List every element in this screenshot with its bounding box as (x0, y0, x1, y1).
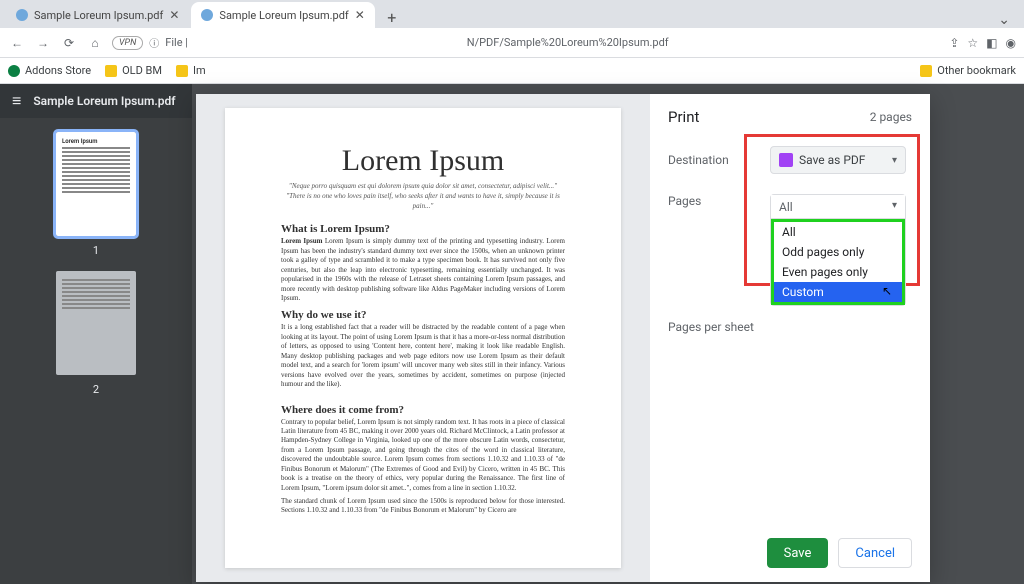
toolbar-actions: ⇪ ☆ ◧ ◉ (949, 36, 1016, 50)
section-heading: Why do we use it? (281, 309, 565, 321)
workspace: ≡ Sample Loreum Ipsum.pdf Lorem Ipsum 1 … (0, 84, 1024, 584)
row-pages-per-sheet: Pages per sheet (668, 320, 912, 334)
body-text: Lorem Ipsum Lorem Ipsum is simply dummy … (281, 237, 565, 303)
toolbar: ← → ⟳ ⌂ VPN ⓘ File | N/PDF/Sample%20Lore… (0, 28, 1024, 58)
section-heading: What is Lorem Ipsum? (281, 223, 565, 235)
folder-icon (105, 65, 117, 77)
new-tab-button[interactable]: + (381, 6, 403, 28)
row-destination: Destination Save as PDF ▾ (668, 146, 912, 174)
option-all[interactable]: All (774, 222, 902, 242)
back-button[interactable]: ← (8, 34, 26, 52)
body-text: It is a long established fact that a rea… (281, 323, 565, 389)
cursor-icon: ↖ (882, 284, 892, 298)
bookmark-im[interactable]: Im (176, 64, 206, 77)
cancel-button[interactable]: Cancel (838, 538, 912, 568)
tab-1[interactable]: Sample Loreum Ipsum.pdf ✕ (6, 2, 189, 28)
thumb-number-1: 1 (93, 244, 99, 257)
url-prefix: File | (165, 36, 188, 49)
print-title: Print (668, 108, 699, 126)
tab-title: Sample Loreum Ipsum.pdf (219, 9, 348, 22)
pages-dropdown[interactable]: All ▾ All Odd pages only Even pages only… (770, 194, 906, 306)
print-options-panel: Print 2 pages Destination Save as PDF ▾ … (650, 94, 930, 582)
pdf-viewer-sidebar: ≡ Sample Loreum Ipsum.pdf Lorem Ipsum 1 … (0, 84, 192, 584)
viewer-header: ≡ Sample Loreum Ipsum.pdf (0, 84, 192, 118)
viewer-title: Sample Loreum Ipsum.pdf (33, 94, 175, 108)
option-odd[interactable]: Odd pages only (774, 242, 902, 262)
extension-icon[interactable]: ◧ (986, 36, 997, 50)
row-pages: Pages All ▾ All Odd pages only Even page… (668, 194, 912, 306)
pdf-icon (779, 153, 793, 167)
info-icon[interactable]: ⓘ (149, 35, 159, 50)
folder-icon (920, 65, 932, 77)
save-button[interactable]: Save (767, 538, 829, 568)
bookmark-other[interactable]: Other bookmark (920, 64, 1016, 77)
pages-label: Pages (668, 194, 770, 208)
bookmarks-bar: Addons Store OLD BM Im Other bookmark (0, 58, 1024, 84)
folder-icon (176, 65, 188, 77)
window-minimize-icon[interactable]: ⌄ (990, 12, 1018, 28)
thumbnail-page-2[interactable] (56, 271, 136, 375)
tab-strip: Sample Loreum Ipsum.pdf ✕ Sample Loreum … (0, 0, 1024, 28)
address-bar[interactable]: VPN ⓘ File | N/PDF/Sample%20Loreum%20Ips… (112, 35, 941, 50)
doc-subtitle: "Neque porro quisquam est qui dolorem ip… (281, 182, 565, 211)
forward-button[interactable]: → (34, 34, 52, 52)
option-even[interactable]: Even pages only (774, 262, 902, 282)
destination-label: Destination (668, 153, 770, 167)
favicon-icon (16, 9, 28, 21)
url-path: N/PDF/Sample%20Loreum%20Ipsum.pdf (194, 36, 941, 49)
option-custom[interactable]: Custom ↖ (774, 282, 902, 302)
tab-2-active[interactable]: Sample Loreum Ipsum.pdf ✕ (191, 2, 374, 28)
thumbnail-page-1[interactable]: Lorem Ipsum (56, 132, 136, 236)
pages-options-list: All Odd pages only Even pages only Custo… (771, 219, 905, 305)
bookmark-addons[interactable]: Addons Store (8, 64, 91, 77)
folder-icon (8, 65, 20, 77)
home-button[interactable]: ⌂ (86, 34, 104, 52)
thumbnails: Lorem Ipsum 1 2 (0, 118, 192, 416)
favicon-icon (201, 9, 213, 21)
body-text: Contrary to popular belief, Lorem Ipsum … (281, 418, 565, 494)
close-icon[interactable]: ✕ (355, 8, 365, 22)
pages-selected[interactable]: All ▾ (771, 195, 905, 219)
print-dialog: Lorem Ipsum "Neque porro quisquam est qu… (196, 94, 930, 582)
menu-icon[interactable]: ≡ (12, 91, 21, 111)
share-icon[interactable]: ⇪ (949, 36, 959, 50)
print-footer: Save Cancel (668, 538, 912, 568)
thumb-number-2: 2 (93, 383, 99, 396)
print-header: Print 2 pages (668, 108, 912, 126)
doc-title: Lorem Ipsum (281, 144, 565, 178)
bookmark-oldbm[interactable]: OLD BM (105, 64, 162, 77)
bookmark-star-icon[interactable]: ☆ (967, 36, 978, 50)
close-icon[interactable]: ✕ (169, 8, 179, 22)
preview-page: Lorem Ipsum "Neque porro quisquam est qu… (225, 108, 621, 568)
section-heading: Where does it come from? (281, 404, 565, 416)
caret-down-icon: ▾ (892, 200, 897, 211)
destination-dropdown[interactable]: Save as PDF ▾ (770, 146, 906, 174)
body-text: The standard chunk of Lorem Ipsum used s… (281, 497, 565, 516)
page-count: 2 pages (870, 110, 912, 124)
reload-button[interactable]: ⟳ (60, 34, 78, 52)
print-preview: Lorem Ipsum "Neque porro quisquam est qu… (196, 94, 650, 582)
tab-title: Sample Loreum Ipsum.pdf (34, 9, 163, 22)
pps-label: Pages per sheet (668, 320, 770, 334)
caret-down-icon: ▾ (892, 155, 897, 166)
profile-icon[interactable]: ◉ (1006, 36, 1016, 50)
vpn-badge: VPN (112, 36, 143, 50)
destination-value: Save as PDF (799, 153, 865, 167)
